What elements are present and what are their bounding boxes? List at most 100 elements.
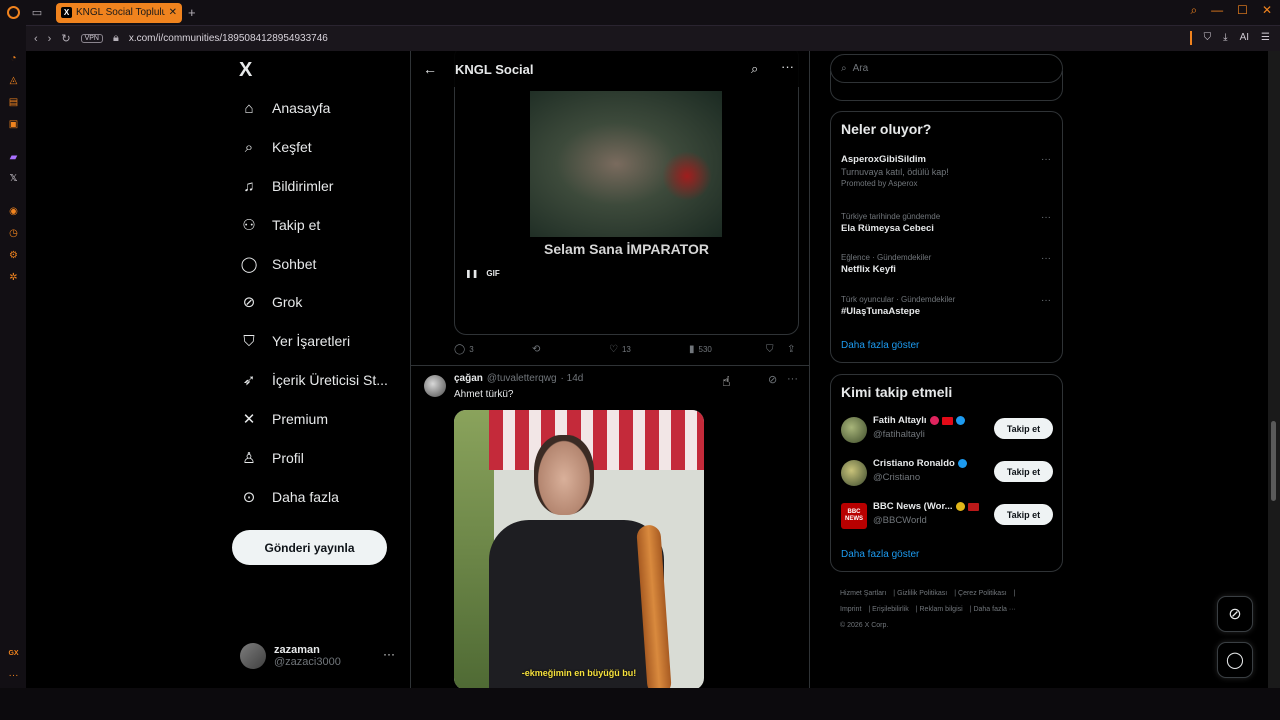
views-button[interactable]: ▮ 530 [689,344,712,355]
tweet-time[interactable]: · 14d [561,373,584,384]
tweet-author-handle[interactable]: @tuvaletterqwg [487,373,557,384]
avatar[interactable] [424,375,446,397]
twitch-icon[interactable]: ▰ [7,151,20,164]
sidebar-more-icon[interactable]: ··· [7,669,20,682]
turkey-flag-icon [941,416,953,425]
trend-item[interactable]: Eğlence · Gündemdekiler Netflix Keyfi ··… [841,253,1051,275]
nav-item-premium[interactable]: ✕ Premium [240,410,328,428]
nav-item-bookmarks[interactable]: ⛉ Yer İşaretleri [240,332,350,350]
trend-item[interactable]: AsperoxGibiSildim Turnuvaya katıl, ödülü… [841,154,1051,188]
search-icon: ⌕ [244,138,254,156]
follow-suggestion[interactable]: Cristiano Ronaldo @Cristiano Takip et [841,458,1053,488]
chat-fab-button[interactable]: ◯ [1217,642,1253,678]
footer-link[interactable]: Çerez Politikası [958,590,1007,597]
pause-icon[interactable]: ❚❚ [465,269,478,278]
grok-explain-icon[interactable]: ⊘ [768,373,777,386]
tweet-author-name[interactable]: çağan [454,373,483,384]
nav-item-home[interactable]: ⌂ Anasayfa [240,99,330,117]
settings-icon[interactable]: ✲ [7,271,20,284]
trend-meta: Eğlence · Gündemdekiler [841,253,932,262]
wallet-icon[interactable]: ⛉ [1204,32,1212,45]
page-scrollbar[interactable] [1268,51,1280,688]
search-tabs-icon[interactable]: ⌕ [1190,3,1197,18]
video-media[interactable]: -ekmeğimin en büyüğü bu! [454,410,704,688]
speed-dial-icon[interactable]: ◔ [7,52,20,65]
nav-item-explore[interactable]: ⌕ Keşfet [240,138,312,156]
minimize-icon[interactable]: — [1211,3,1223,18]
reply-icon: ◯ [454,344,466,355]
forward-icon[interactable]: › [48,33,52,45]
nav-item-notifications[interactable]: ♫ Bildirimler [240,177,333,195]
x-sidebar-icon[interactable]: 𝕏 [7,172,20,185]
nav-item-chat[interactable]: ◯ Sohbet [240,255,317,273]
footer-link[interactable]: Imprint [840,606,861,613]
nav-item-grok[interactable]: ⊘ Grok [240,293,303,311]
player-icon[interactable]: ◉ [7,205,20,218]
post-button[interactable]: Gönderi yayınla [232,530,387,565]
menu-icon[interactable]: ☰ [1261,32,1270,45]
video-subtitle: -ekmeğimin en büyüğü bu! [521,668,637,678]
history-icon[interactable]: ◷ [7,227,20,240]
new-tab-button[interactable]: + [188,5,196,20]
search-input[interactable]: ⌕ Ara [830,54,1063,83]
tab-manager-icon[interactable]: ▭ [26,0,48,25]
trends-show-more-link[interactable]: Daha fazla göster [841,340,919,351]
more-icon[interactable]: ··· [781,59,794,74]
maximize-icon[interactable]: ☐ [1237,3,1248,18]
nav-item-follow[interactable]: ⚇ Takip et [240,216,320,234]
follow-button[interactable]: Takip et [994,504,1053,525]
more-icon[interactable]: ··· [787,373,798,385]
back-icon[interactable]: ‹ [34,33,38,45]
follow-button[interactable]: Takip et [994,461,1053,482]
close-window-icon[interactable]: ✕ [1262,3,1272,18]
account-more-icon[interactable]: ··· [383,647,395,661]
url-field[interactable]: x.com/i/communities/1895084128954933746 [129,33,328,44]
account-switcher[interactable]: zazaman @zazaci3000 [240,643,341,669]
more-icon[interactable]: ··· [1041,253,1051,264]
extensions-icon[interactable]: ⚙ [7,249,20,262]
follow-suggestion[interactable]: Fatih Altaylı @fatihaltayli Takip et [841,415,1053,445]
more-icon[interactable]: ··· [1041,154,1051,165]
repost-button[interactable]: ⟲ [532,344,540,355]
scrollbar-thumb[interactable] [1271,421,1276,501]
back-arrow-icon[interactable]: ← [423,61,437,77]
footer-link[interactable]: Gizlilik Politikası [897,590,947,597]
browser-tab-active[interactable]: X KNGL Social Topluluk / X ✕ [56,2,182,23]
bookmark-button[interactable]: ⛉ [766,344,774,355]
news-icon[interactable]: ▣ [7,118,20,131]
trend-item[interactable]: Türkiye tarihinde gündemde Ela Rümeysa C… [841,212,1051,234]
ai-button[interactable]: AI [1240,32,1249,45]
gx-corner-icon[interactable]: ▤ [7,96,20,109]
vpn-badge[interactable]: VPN [80,34,103,43]
x-logo-icon[interactable]: X [239,59,252,82]
more-icon[interactable]: ··· [1041,212,1051,223]
footer-link[interactable]: Daha fazla ··· [973,606,1015,613]
nav-item-profile[interactable]: ♙ Profil [240,449,304,467]
follow-button[interactable]: Takip et [994,418,1053,439]
follow-suggestion[interactable]: BBC NEWS BBC News (Wor... @BBCWorld Taki… [841,501,1053,531]
reload-icon[interactable]: ↻ [61,32,70,45]
avatar [841,417,867,443]
nav-item-label: Bildirimler [272,178,334,194]
gif-media[interactable]: Selam Sana İMPARATOR ❚❚ GIF [454,51,799,335]
more-icon[interactable]: ··· [1041,295,1051,306]
footer-link[interactable]: Reklam bilgisi [920,606,963,613]
gx-label[interactable]: GX [7,647,20,660]
reply-button[interactable]: ◯ 3 [454,344,474,355]
grok-icon: ⊘ [1228,606,1242,623]
tweet-header: çağan @tuvaletterqwg · 14d [454,373,583,384]
nav-item-creator-studio[interactable]: ➶ İçerik Üreticisi St... [240,371,388,389]
search-icon[interactable]: ⌕ [751,61,758,77]
grok-fab-button[interactable]: ⊘ [1217,596,1253,632]
share-button[interactable]: ⇪ [787,344,795,355]
follow-show-more-link[interactable]: Daha fazla göster [841,549,919,560]
trend-item[interactable]: Türk oyuncular · Gündemdekiler #UlaşTuna… [841,295,1051,317]
nav-item-more[interactable]: ⊙ Daha fazla [240,488,339,506]
download-icon[interactable]: ⤓ [1223,32,1227,45]
gx-control-icon[interactable]: ◬ [7,74,20,87]
tab-close-icon[interactable]: ✕ [169,7,177,18]
like-button[interactable]: ♡ 13 [609,344,631,355]
opera-gx-logo-icon[interactable] [0,0,26,25]
footer-link[interactable]: Erişilebilirlik [872,606,909,613]
footer-link[interactable]: Hizmet Şartları [840,590,886,597]
